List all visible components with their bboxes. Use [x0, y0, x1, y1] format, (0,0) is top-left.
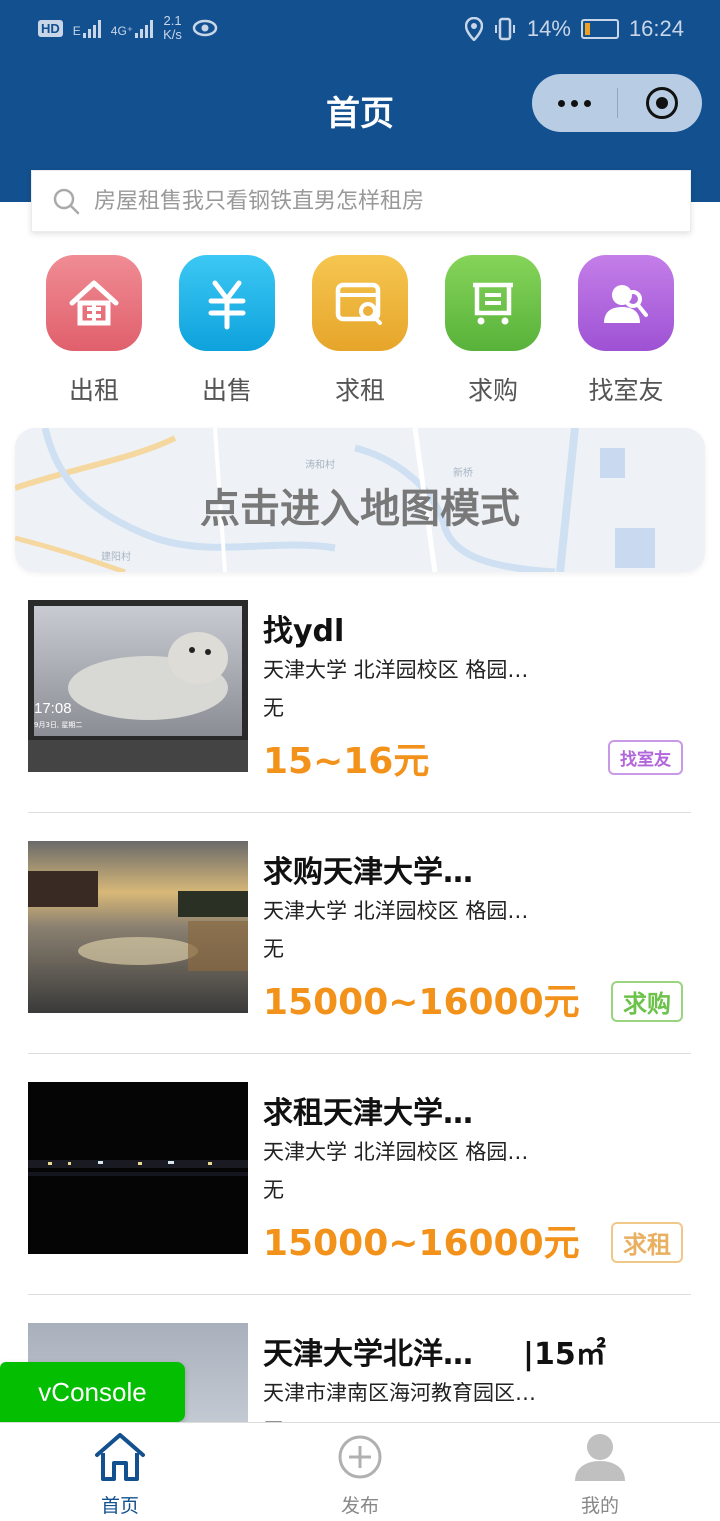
- listing-price: 15000~16000元: [263, 1223, 580, 1264]
- listing-title: 找ydl: [263, 614, 345, 649]
- plus-circle-icon: [338, 1435, 382, 1479]
- battery-percent: 14%: [526, 16, 571, 41]
- wallet-search-icon: [312, 255, 408, 351]
- listing-price: 15000~16000元: [263, 982, 580, 1023]
- divider: [28, 1294, 691, 1295]
- tab-mine[interactable]: 我的: [520, 1431, 680, 1518]
- category-label: 求购: [467, 376, 518, 405]
- search-bar[interactable]: [31, 170, 691, 232]
- vibrate-icon: [494, 17, 515, 41]
- listing-location: 天津大学 北洋园校区 格园…: [263, 1140, 529, 1164]
- search-icon: [53, 188, 80, 215]
- map-label: 建阳村: [101, 552, 131, 563]
- signal-icon-2: 4G⁺: [111, 18, 154, 38]
- search-input[interactable]: [92, 187, 676, 215]
- listing-item[interactable]: 17:08 9月3日, 星期二 找ydl 天津大学 北洋园校区 格园… 无 15…: [28, 600, 691, 840]
- listing-desc: 无: [263, 696, 284, 720]
- listing-tag: 找室友: [608, 740, 683, 775]
- yuan-icon: [179, 255, 275, 351]
- tab-bar: 首页 发布 我的: [0, 1422, 720, 1521]
- listing-location: 天津大学 北洋园校区 格园…: [263, 899, 529, 923]
- category-label: 出售: [201, 376, 252, 405]
- listing-tag: 求租: [611, 1222, 683, 1263]
- location-icon: [464, 17, 483, 41]
- listing-photo: [28, 1082, 248, 1254]
- map-mode-text: 点击进入地图模式: [200, 486, 520, 532]
- house-icon: [46, 255, 142, 351]
- listing-price: 15~16元: [263, 741, 430, 782]
- more-button[interactable]: [532, 74, 616, 132]
- photo-date: 9月3日, 星期二: [34, 721, 83, 729]
- listing-title: 求租天津大学…: [263, 1096, 473, 1131]
- network-speed: 2.1 K/s: [163, 13, 182, 42]
- tab-home[interactable]: 首页: [40, 1431, 200, 1518]
- miniprogram-capsule: [532, 74, 702, 132]
- clock: 16:24: [628, 16, 684, 41]
- map-mode-banner[interactable]: 涛和村 新桥 建阳村 点击进入地图模式: [15, 428, 705, 572]
- hd-badge: HD: [38, 19, 63, 37]
- divider: [28, 1053, 691, 1054]
- listing-tag: 求购: [611, 981, 683, 1022]
- category-grid: 出租 出售 求租 求购 找室友: [0, 255, 720, 405]
- listing-title: 天津大学北洋…: [263, 1337, 473, 1372]
- listing-photo: [28, 841, 248, 1013]
- listing-area: |15㎡: [523, 1337, 606, 1372]
- divider: [28, 812, 691, 813]
- listing-item[interactable]: 求租天津大学… 天津大学 北洋园校区 格园… 无 15000~16000元 求租: [28, 1082, 691, 1322]
- category-buy-wanted[interactable]: 求购: [428, 255, 558, 407]
- category-rent-wanted[interactable]: 求租: [295, 255, 425, 407]
- battery-icon: [580, 19, 619, 39]
- listing-location: 天津大学 北洋园校区 格园…: [263, 658, 529, 682]
- listing-title: 求购天津大学…: [263, 855, 473, 890]
- tab-label: 发布: [340, 1495, 379, 1517]
- signal-icon: E: [73, 18, 101, 38]
- home-icon: [95, 1433, 145, 1481]
- photo-time: 17:08: [34, 700, 72, 717]
- category-rent-out[interactable]: 出租: [29, 255, 159, 407]
- close-miniprogram-button[interactable]: [646, 87, 678, 119]
- listing-item[interactable]: 求购天津大学… 天津大学 北洋园校区 格园… 无 15000~16000元 求购: [28, 841, 691, 1081]
- roommate-icon: [578, 255, 674, 351]
- cart-icon: [445, 255, 541, 351]
- user-icon: [575, 1434, 625, 1481]
- tab-publish[interactable]: 发布: [280, 1431, 440, 1518]
- status-bar: HD E 4G⁺ 2.1 K/s 14% 16:24: [0, 0, 720, 62]
- vconsole-button[interactable]: vConsole: [0, 1362, 185, 1422]
- category-label: 找室友: [588, 376, 664, 405]
- category-roommate[interactable]: 找室友: [561, 255, 691, 407]
- category-label: 求租: [334, 376, 385, 405]
- eye-icon: [192, 19, 218, 37]
- listing-photo: 17:08 9月3日, 星期二: [28, 600, 248, 772]
- listing-desc: 无: [263, 1178, 284, 1202]
- tab-label: 我的: [580, 1495, 619, 1517]
- listing-location: 天津市津南区海河教育园区…: [263, 1381, 536, 1405]
- category-sell[interactable]: 出售: [162, 255, 292, 407]
- listing-desc: 无: [263, 937, 284, 961]
- map-label: 涛和村: [305, 460, 335, 471]
- category-label: 出租: [68, 376, 119, 405]
- tab-label: 首页: [100, 1495, 139, 1517]
